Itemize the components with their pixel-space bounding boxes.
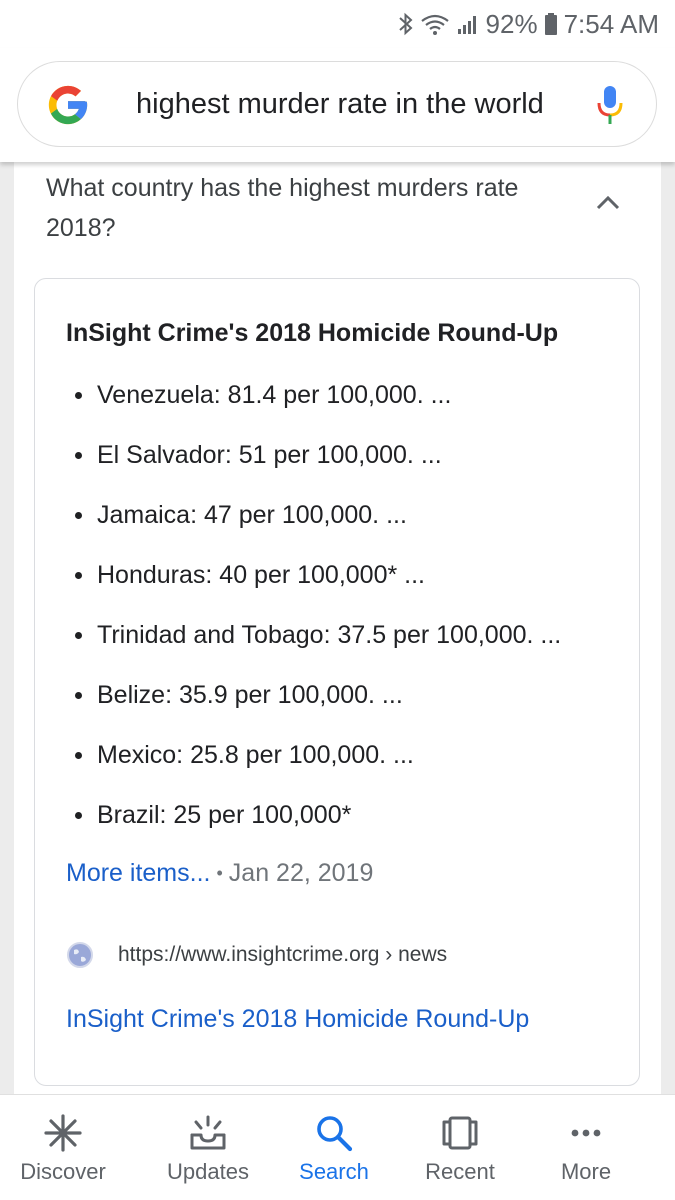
recent-icon (442, 1116, 478, 1150)
source-url: https://www.insightcrime.org › news (118, 943, 448, 966)
list-item: Brazil: 25 per 100,000* (66, 795, 561, 855)
bullet-icon (75, 512, 82, 519)
more-icon (571, 1129, 601, 1137)
list-item: Belize: 35.9 per 100,000. ... (66, 675, 561, 735)
list-item: Honduras: 40 per 100,000* ... (66, 555, 561, 615)
snippet-list: Venezuela: 81.4 per 100,000. ... El Salv… (66, 375, 561, 855)
snippet-title: InSight Crime's 2018 Homicide Round-Up (66, 319, 559, 347)
nav-label: More (560, 1159, 612, 1184)
updates-icon (190, 1115, 226, 1150)
bullet-icon (75, 632, 82, 639)
bullet-icon (75, 572, 82, 579)
list-item: El Salvador: 51 per 100,000. ... (66, 435, 561, 495)
nav-label: Search (299, 1159, 369, 1184)
list-item: Venezuela: 81.4 per 100,000. ... (66, 375, 561, 435)
list-item-text: Jamaica: 47 per 100,000. ... (97, 501, 407, 529)
nav-label: Discover (20, 1159, 106, 1184)
list-item-text: Venezuela: 81.4 per 100,000. ... (97, 381, 452, 409)
question-text[interactable]: What country has the highest murders rat… (46, 168, 566, 248)
list-item-text: Trinidad and Tobago: 37.5 per 100,000. .… (97, 621, 562, 649)
bottom-navigation: Discover Updates Search Recent More (0, 1094, 675, 1200)
list-item: Trinidad and Tobago: 37.5 per 100,000. .… (66, 615, 561, 675)
battery-icon (544, 12, 558, 36)
search-header (0, 48, 675, 162)
dot-separator: • (216, 863, 223, 883)
chevron-up-icon[interactable] (594, 192, 622, 212)
nav-recent[interactable]: Recent (397, 1095, 523, 1200)
bullet-icon (75, 812, 82, 819)
result-title-link[interactable]: InSight Crime's 2018 Homicide Round-Up (66, 1005, 529, 1034)
globe-icon (67, 942, 93, 968)
wifi-icon (420, 12, 450, 36)
nav-label: Recent (425, 1159, 495, 1184)
list-item-text: Belize: 35.9 per 100,000. ... (97, 681, 403, 709)
nav-updates[interactable]: Updates (145, 1095, 271, 1200)
list-item: Jamaica: 47 per 100,000. ... (66, 495, 561, 555)
search-icon (317, 1116, 353, 1152)
bluetooth-icon (398, 12, 414, 36)
list-item: Mexico: 25.8 per 100,000. ... (66, 735, 561, 795)
battery-percent: 92% (485, 8, 538, 39)
nav-more[interactable]: More (523, 1095, 649, 1200)
clock: 7:54 AM (563, 8, 659, 39)
bullet-icon (75, 692, 82, 699)
nav-search[interactable]: Search (271, 1095, 397, 1200)
snippet-date: Jan 22, 2019 (228, 859, 374, 887)
nav-label: Updates (167, 1159, 249, 1184)
nav-discover[interactable]: Discover (0, 1095, 145, 1200)
google-logo-icon[interactable] (45, 82, 91, 128)
list-item-text: Honduras: 40 per 100,000* ... (97, 561, 426, 589)
search-box[interactable] (17, 61, 657, 147)
related-question-card: What country has the highest murders rat… (14, 162, 661, 1094)
featured-snippet: InSight Crime's 2018 Homicide Round-Up V… (34, 278, 640, 1086)
bullet-icon (75, 392, 82, 399)
list-item-text: Mexico: 25.8 per 100,000. ... (97, 741, 414, 769)
signal-icon (456, 12, 480, 36)
bullet-icon (75, 752, 82, 759)
results-area: What country has the highest murders rat… (0, 162, 675, 1094)
source-row[interactable]: https://www.insightcrime.org › news (66, 941, 447, 969)
more-row: More items... • Jan 22, 2019 (66, 859, 373, 888)
asterisk-icon (44, 1114, 82, 1152)
search-input[interactable] (136, 80, 566, 128)
list-item-text: Brazil: 25 per 100,000* (97, 801, 352, 829)
status-bar: 92% 7:54 AM (0, 0, 675, 48)
more-items-link[interactable]: More items... (66, 859, 210, 887)
bullet-icon (75, 452, 82, 459)
mic-icon[interactable] (595, 84, 625, 126)
list-item-text: El Salvador: 51 per 100,000. ... (97, 441, 442, 469)
